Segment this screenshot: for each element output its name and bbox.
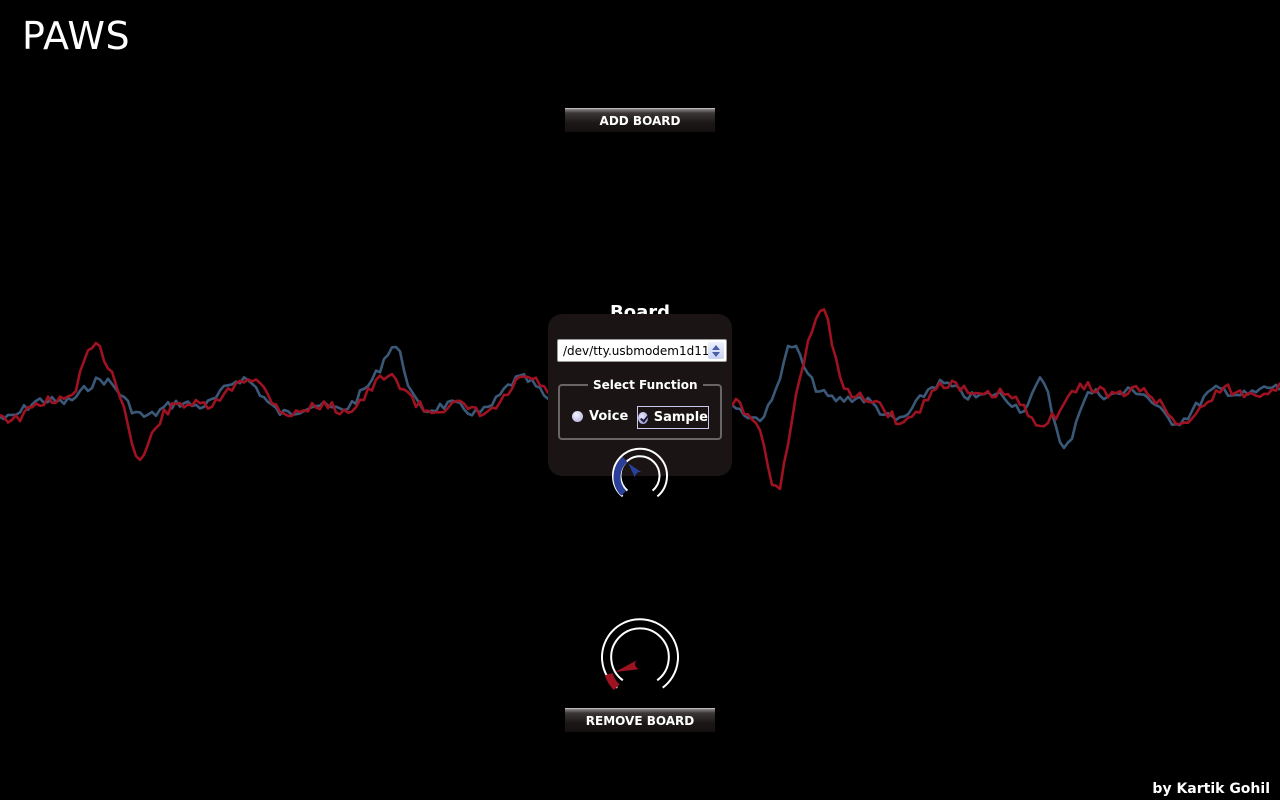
sample-label: Sample — [653, 410, 708, 425]
add-board-button[interactable]: ADD BOARD — [565, 108, 715, 132]
port-select-value: /dev/tty.usbmodem1d1121 — [563, 343, 725, 358]
radio-unchecked-icon[interactable] — [572, 411, 583, 422]
gauge-level-arc — [604, 672, 620, 691]
volume-gauge[interactable] — [608, 442, 672, 502]
select-stepper-icon[interactable] — [708, 342, 724, 359]
voice-label: Voice — [589, 409, 629, 424]
app-title: PAWS — [22, 14, 131, 58]
function-legend: Select Function — [593, 378, 698, 392]
arrow-up-icon — [712, 344, 720, 350]
function-fieldset: Select Function Voice Sample — [558, 378, 722, 440]
voice-radio[interactable]: Voice — [572, 409, 628, 424]
gauge-inner-outline — [610, 627, 670, 682]
port-select[interactable]: /dev/tty.usbmodem1d1121 — [557, 339, 727, 362]
gauge-needle — [615, 659, 642, 673]
sample-radio[interactable]: Sample — [637, 406, 709, 429]
author-credit: by Kartik Gohil — [1152, 781, 1270, 797]
remove-board-button[interactable]: REMOVE BOARD — [565, 708, 715, 732]
app-window: PAWS ADD BOARD Board /dev/tty.usbmodem1d… — [0, 0, 1280, 800]
arrow-down-icon — [712, 351, 720, 357]
level-gauge[interactable] — [598, 618, 682, 694]
radio-checked-icon[interactable] — [638, 411, 648, 424]
function-options: Voice Sample — [572, 406, 716, 430]
gauge-needle — [628, 463, 644, 481]
